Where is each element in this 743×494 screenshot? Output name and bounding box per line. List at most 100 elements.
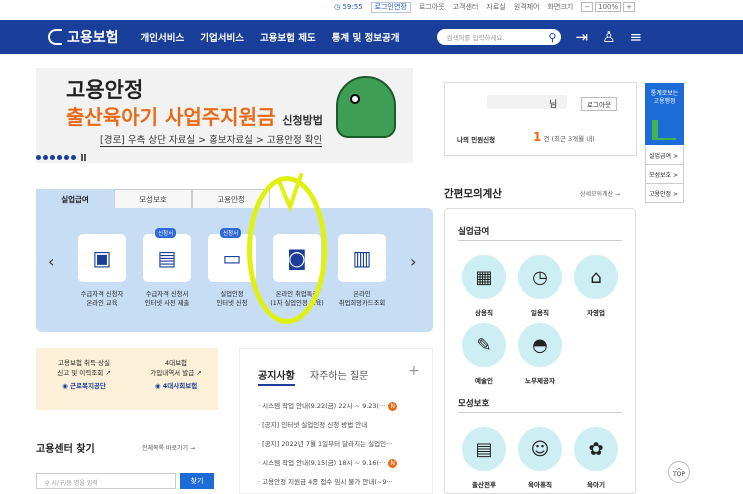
calc-label: 자영업: [587, 309, 605, 317]
search-icon[interactable]: ⚲: [548, 31, 556, 44]
pager-dot[interactable]: [50, 155, 55, 160]
banner-line1: 고용안정: [66, 78, 144, 102]
zoom-value: 100%: [595, 2, 622, 12]
list-item[interactable]: · 고용안정 지원금 4종 접수 임시 불가 안내(~9···: [258, 473, 430, 492]
calc-item[interactable]: ☺ 육아휴직: [517, 427, 563, 489]
baby-icon: ☺: [518, 427, 562, 471]
calc-label: 상용직: [475, 309, 493, 317]
stats-card-line1: 통계로보는: [650, 90, 679, 97]
search-placeholder: 검색어를 입력하세요.: [446, 34, 505, 42]
service-label-sub: 온라인 교육: [86, 300, 118, 307]
side-link-maternity[interactable]: 모성보호 >: [645, 165, 684, 184]
user-icon[interactable]: ♙: [602, 28, 615, 46]
site-logo[interactable]: 고용보험: [48, 27, 119, 47]
extend-login-button[interactable]: 로그인연장: [370, 1, 411, 13]
search-icon: ⚲: [45, 480, 50, 487]
service-item[interactable]: ▥ 온라인 취업희망카드조회: [333, 234, 391, 308]
notice-list: · 시스템 작업 안내(9.22(금) 22시 ~ 9.23(··· N · [공…: [258, 397, 430, 492]
nav-system[interactable]: 고용보험 제도: [260, 30, 316, 44]
pager-dot[interactable]: [64, 155, 69, 160]
calc-label: 예술인: [475, 377, 493, 385]
card-a-line2-text: 신고 및 이력조회: [57, 369, 104, 377]
service-item[interactable]: 신청서 ▤ 수급자격 신청서 인터넷 사전 제출: [138, 228, 196, 308]
logout-button[interactable]: 로그아웃: [581, 97, 617, 111]
zoom-in-button[interactable]: +: [623, 2, 635, 12]
card-b-org-text: 4대사회보험: [162, 382, 198, 390]
customer-center-link[interactable]: 고객센터: [453, 2, 479, 12]
chevron-left-icon[interactable]: ‹: [48, 252, 54, 271]
service-tabs: 실업급여 모성보호 고용안정: [36, 189, 270, 209]
calc-item[interactable]: ▦ 상용직: [461, 255, 507, 317]
list-item[interactable]: · 시스템 작업 안내(9.15(금) 18시 ~ 9.16(··· N: [258, 454, 430, 473]
side-link-unemployment[interactable]: 실업급여 >: [645, 146, 684, 165]
detailed-calculator-link[interactable]: 상세모의계산 →: [580, 189, 620, 198]
calc-label: 육아기: [587, 481, 605, 489]
insurance-history-card[interactable]: 고용보험 취득·상실 신고 및 이력조회 ↗ ◉ 근로복지공단: [44, 358, 124, 391]
honorific: 님: [549, 100, 558, 110]
section-maternity: 모성보호: [458, 397, 622, 413]
card-a-org-text: 근로복지공단: [70, 382, 106, 390]
center-search-button[interactable]: 찾기: [180, 473, 214, 489]
banner-line3: [경로] 우측 상단 자료실 > 홍보자료실 > 고용안정 확인: [100, 132, 323, 147]
zoom-label: 화면크기: [547, 3, 574, 11]
application-count[interactable]: 1 건 (최근 3개월 내): [533, 130, 595, 144]
list-item[interactable]: · [공지] 인터넷 실업인정 신청 방법 안내: [258, 416, 430, 435]
notice-title: 시스템 작업 안내(9.15(금) 18시 ~ 9.16(···: [262, 459, 386, 467]
header-icons: ⇥ ♙ ≡: [575, 28, 642, 46]
card-b-line2-text: 가입내역서 발급: [150, 369, 195, 377]
tab-maternity[interactable]: 모성보호: [114, 189, 192, 209]
tab-unemployment[interactable]: 실업급여: [36, 189, 114, 209]
stats-card[interactable]: 통계로보는 고용행정: [645, 83, 684, 145]
calc-item[interactable]: ◷ 일용직: [517, 255, 563, 317]
card-b-line1: 4대보험: [164, 359, 188, 367]
tab-faq[interactable]: 자주하는 질문: [310, 367, 368, 382]
search-input[interactable]: 검색어를 입력하세요. ⚲: [437, 29, 562, 45]
notice-title: [공지] 2022년 7월 1일부터 달라지는 실업인···: [262, 440, 393, 448]
scroll-top-button[interactable]: ︿ TOP: [668, 461, 690, 483]
center-search-input[interactable]: ⚲ 시/구/동 명을 입력: [36, 473, 176, 489]
calc-item[interactable]: ▤ 출산전후: [461, 427, 507, 489]
logout-icon[interactable]: ⇥: [575, 28, 588, 46]
list-item[interactable]: · [공지] 2022년 7월 1일부터 달라지는 실업인···: [258, 435, 430, 454]
zoom-out-button[interactable]: −: [581, 2, 594, 12]
pager-dot[interactable]: [57, 155, 62, 160]
monitor-search-icon: ▭: [222, 246, 242, 270]
archive-link[interactable]: 자료실: [486, 2, 505, 12]
list-item[interactable]: · 시스템 작업 안내(9.22(금) 22시 ~ 9.23(··· N: [258, 397, 430, 416]
pause-icon[interactable]: [81, 154, 86, 161]
card-b-line2: 가입내역서 발급 ↗: [136, 368, 216, 378]
main-nav: 개인서비스 기업서비스 고용보험 제도 통계 및 정보공개: [141, 30, 400, 44]
calc-item[interactable]: ⌂ 자영업: [573, 255, 619, 317]
remote-control-link[interactable]: 원격제어: [514, 2, 540, 12]
service-item[interactable]: ▣ 수급자격 신청자 온라인 교육: [73, 234, 131, 308]
logout-link[interactable]: 로그아웃: [419, 2, 445, 12]
clock-coin-icon: ◷: [518, 255, 562, 299]
stats-card-line2: 고용행정: [653, 98, 676, 105]
new-badge: N: [388, 402, 398, 411]
org-logo-icon: ◉: [154, 382, 161, 390]
promo-banner[interactable]: 고용안정 출산육아기 사업주지원금 신청방법 [경로] 우측 상단 자료실 > …: [36, 68, 413, 163]
banner-line2-suffix: 신청방법: [282, 114, 323, 127]
tab-notices[interactable]: 공지사항: [258, 367, 295, 386]
application-tag: 신청서: [155, 228, 177, 238]
quick-calculator: 간편모의계산 상세모의계산 → 실업급여 ▦ 상용직 ◷ 일용직 ⌂ 자영업 ✎ 예술인…: [444, 186, 636, 494]
menu-icon[interactable]: ≡: [630, 28, 643, 46]
calc-item[interactable]: ◓ 노무제공자: [517, 323, 563, 385]
calc-item[interactable]: ✎ 예술인: [461, 323, 507, 385]
chevron-right-icon[interactable]: ›: [410, 252, 416, 271]
nav-personal[interactable]: 개인서비스: [141, 30, 185, 44]
card-b-org: ◉ 4대사회보험: [136, 381, 216, 391]
nav-statistics[interactable]: 통계 및 정보공개: [332, 30, 400, 44]
my-applications-label: 나의 민원신청: [457, 136, 496, 144]
notice-more-button[interactable]: +: [408, 363, 420, 379]
dinosaur-mascot-icon: [336, 76, 396, 138]
calc-item[interactable]: ✿ 육아기: [573, 427, 619, 489]
pager-dot[interactable]: [36, 155, 41, 160]
insurance-certificate-card[interactable]: 4대보험 가입내역서 발급 ↗ ◉ 4대사회보험: [136, 358, 216, 391]
side-link-stability[interactable]: 고용안정 >: [645, 184, 684, 203]
center-list-link[interactable]: 전체목록 바로가기 →: [142, 443, 195, 452]
nav-business[interactable]: 기업서비스: [200, 30, 244, 44]
session-time: 59:55: [342, 3, 363, 11]
pager-dot[interactable]: [43, 155, 48, 160]
pager-dot[interactable]: [71, 155, 76, 160]
